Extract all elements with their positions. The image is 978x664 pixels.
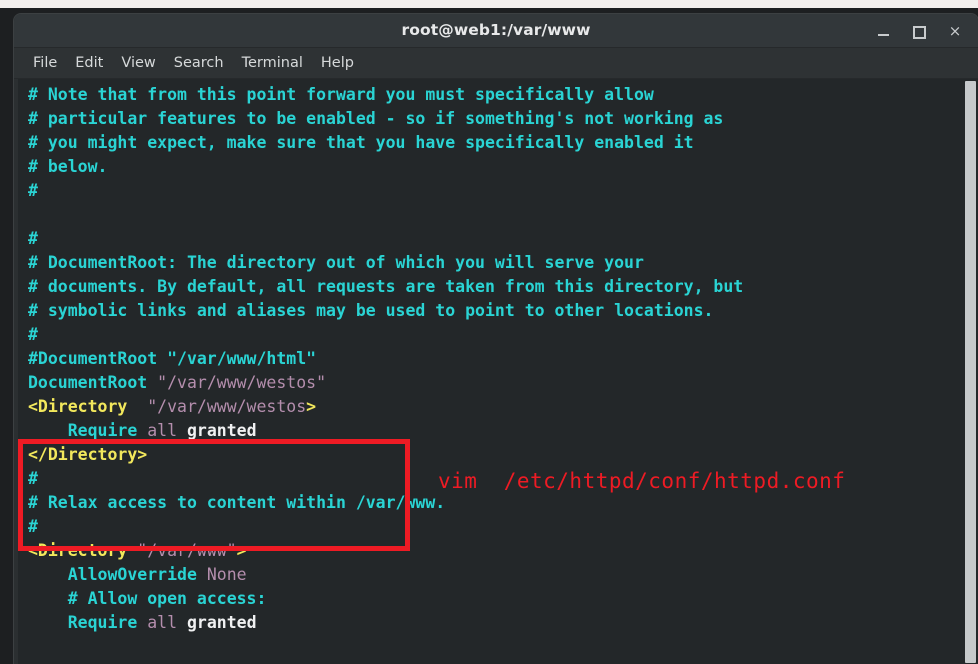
terminal-line: AllowOverride None bbox=[28, 563, 964, 587]
terminal-line: # documents. By default, all requests ar… bbox=[28, 275, 964, 299]
terminal-token: Require bbox=[67, 613, 138, 632]
menu-item-edit[interactable]: Edit bbox=[66, 53, 112, 73]
terminal-token: # documents. By default, all requests ar… bbox=[28, 277, 744, 296]
terminal-token: # Relax access to content within /var/ww… bbox=[28, 493, 446, 512]
terminal-line: # bbox=[28, 179, 964, 203]
terminal-token: granted bbox=[177, 613, 257, 632]
terminal-token: "/var/www/westos" bbox=[157, 373, 327, 392]
close-icon[interactable]: × bbox=[946, 22, 964, 40]
menu-item-view[interactable]: View bbox=[112, 53, 164, 73]
terminal-line: # below. bbox=[28, 155, 964, 179]
terminal-token: # Allow open access: bbox=[67, 589, 267, 608]
terminal-line: DocumentRoot "/var/www/westos" bbox=[28, 371, 964, 395]
terminal-line: # you might expect, make sure that you h… bbox=[28, 131, 964, 155]
terminal-window: root@web1:/var/www × File Edit View Sear… bbox=[14, 14, 978, 664]
terminal-token: # you might expect, make sure that you h… bbox=[28, 133, 694, 152]
minimize-icon[interactable] bbox=[874, 22, 892, 40]
terminal-token: # Note that from this point forward you … bbox=[28, 85, 654, 104]
terminal-token: # particular features to be enabled - so… bbox=[28, 109, 724, 128]
terminal-token: Require bbox=[67, 421, 138, 440]
menu-item-file[interactable]: File bbox=[24, 53, 66, 73]
desktop-background: root@web1:/var/www × File Edit View Sear… bbox=[0, 0, 978, 664]
terminal-line: # particular features to be enabled - so… bbox=[28, 107, 964, 131]
terminal-line: # bbox=[28, 227, 964, 251]
terminal-token: all bbox=[147, 613, 178, 632]
terminal-line: # Note that from this point forward you … bbox=[28, 83, 964, 107]
window-titlebar[interactable]: root@web1:/var/www × bbox=[14, 14, 978, 48]
terminal-viewport[interactable]: # Note that from this point forward you … bbox=[14, 79, 978, 664]
terminal-token: <Directory bbox=[28, 397, 128, 416]
window-title: root@web1:/var/www bbox=[401, 21, 591, 39]
terminal-token: <Directory bbox=[28, 541, 128, 560]
terminal-token: granted bbox=[177, 421, 257, 440]
terminal-token: </Directory> bbox=[28, 445, 148, 464]
terminal-token: #DocumentRoot "/var/www/html" bbox=[28, 349, 317, 368]
terminal-line: # bbox=[28, 515, 964, 539]
terminal-token: # bbox=[28, 325, 38, 344]
terminal-line: Require all granted bbox=[28, 419, 964, 443]
menu-item-search[interactable]: Search bbox=[165, 53, 233, 73]
terminal-token: # bbox=[28, 181, 38, 200]
terminal-token: > bbox=[236, 541, 247, 560]
terminal-line: <Directory "/var/www/westos> bbox=[28, 395, 964, 419]
terminal-line: <Directory "/var/www"> bbox=[28, 539, 964, 563]
screen-top-strip bbox=[0, 0, 978, 8]
terminal-line: # bbox=[28, 323, 964, 347]
terminal-line: </Directory> bbox=[28, 443, 964, 467]
terminal-token: # bbox=[28, 229, 38, 248]
terminal-token: AllowOverride bbox=[67, 565, 197, 584]
terminal-line: # Relax access to content within /var/ww… bbox=[28, 491, 964, 515]
terminal-token: "/var/www" bbox=[137, 541, 237, 560]
terminal-token: "/var/www/westos bbox=[147, 397, 307, 416]
terminal-line: Require all granted bbox=[28, 611, 964, 635]
terminal-line: # DocumentRoot: The directory out of whi… bbox=[28, 251, 964, 275]
terminal-line: # Allow open access: bbox=[28, 587, 964, 611]
terminal-token: # DocumentRoot: The directory out of whi… bbox=[28, 253, 644, 272]
menu-item-help[interactable]: Help bbox=[312, 53, 363, 73]
terminal-token: # symbolic links and aliases may be used… bbox=[28, 301, 714, 320]
terminal-token: # bbox=[28, 469, 38, 488]
terminal-token: all bbox=[147, 421, 178, 440]
menu-item-terminal[interactable]: Terminal bbox=[233, 53, 312, 73]
terminal-token: DocumentRoot bbox=[28, 373, 148, 392]
terminal-token: > bbox=[306, 397, 317, 416]
terminal-scrollbar[interactable] bbox=[965, 81, 976, 663]
terminal-token: # below. bbox=[28, 157, 108, 176]
terminal-text-area[interactable]: # Note that from this point forward you … bbox=[14, 79, 964, 664]
vim-command-annotation: vim /etc/httpd/conf/httpd.conf bbox=[438, 469, 846, 493]
terminal-line: #DocumentRoot "/var/www/html" bbox=[28, 347, 964, 371]
menu-bar: File Edit View Search Terminal Help bbox=[14, 48, 978, 79]
maximize-icon[interactable] bbox=[910, 22, 928, 40]
terminal-line: # symbolic links and aliases may be used… bbox=[28, 299, 964, 323]
terminal-token: None bbox=[206, 565, 247, 584]
terminal-token: # bbox=[28, 517, 38, 536]
